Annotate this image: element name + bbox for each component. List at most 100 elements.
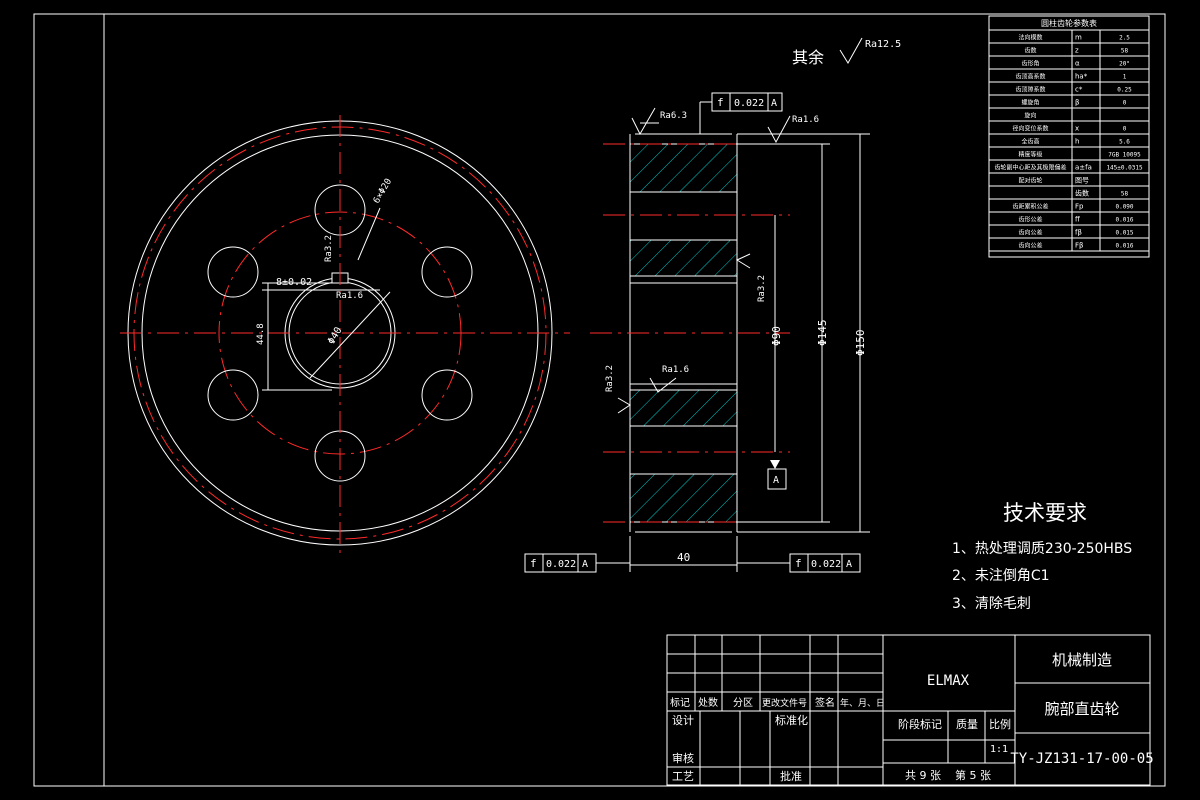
gear-parameter-table: 圆柱齿轮参数表 法向模数 m 2.5 齿数 z 58 齿形角 α 20° 齿顶高系数 ha* 1 齿顶隙… (988, 15, 1150, 258)
param-value: 0 (1123, 126, 1127, 133)
roughness-left-top: Ra6.3 (660, 111, 687, 121)
svg-text:签名: 签名 (815, 696, 835, 709)
param-symbol: Fp (1075, 203, 1084, 211)
param-value: 0.090 (1115, 204, 1133, 211)
requirement-1: 1、热处理调质230-250HBS (952, 541, 1132, 557)
dim-key-width: 8±0.02 (276, 277, 312, 288)
param-value: 1 (1123, 74, 1127, 81)
svg-text:处数: 处数 (698, 696, 718, 709)
svg-text:0.022: 0.022 (546, 559, 576, 570)
dim-outer-diameter: Φ150 (854, 330, 867, 357)
tolerance-frame-left: f 0.022 A (524, 553, 630, 573)
param-symbol: 齿数 (1075, 189, 1089, 198)
param-name: 精度等级 (1018, 151, 1042, 159)
svg-text:更改文件号: 更改文件号 (762, 697, 807, 709)
dim-hub-diameter: Φ145 (816, 320, 829, 347)
param-value: 20° (1119, 61, 1130, 68)
datum-letter: A (773, 475, 779, 486)
svg-text:A: A (846, 559, 852, 570)
requirement-3: 3、清除毛刺 (952, 596, 1031, 612)
param-name: 齿距累积公差 (1012, 203, 1048, 211)
param-name: 齿顶高系数 (1015, 73, 1045, 81)
param-value: 5.6 (1119, 139, 1130, 146)
param-value: 0.25 (1117, 87, 1132, 94)
param-value: 58 (1121, 48, 1129, 55)
param-value: 7GB 10095 (1108, 152, 1141, 159)
param-name: 径向变位系数 (1012, 125, 1048, 133)
dim-hole-roughness: Ra1.6 (336, 291, 363, 301)
svg-text:A: A (582, 559, 588, 570)
drawing-number: TY-JZ131-17-00-05 (1010, 751, 1153, 767)
roughness-right-mid: Ra3.2 (757, 275, 767, 302)
weight-label: 质量 (956, 718, 978, 731)
param-name: 螺旋角 (1021, 99, 1039, 107)
param-name: 齿向公差 (1018, 229, 1042, 237)
param-symbol: Fβ (1075, 242, 1084, 250)
roughness-right-top: Ra1.6 (792, 115, 819, 125)
svg-text:年、月、日: 年、月、日 (840, 697, 885, 709)
param-symbol: fβ (1075, 229, 1082, 237)
param-symbol: α (1075, 60, 1080, 68)
svg-text:f: f (795, 557, 802, 570)
param-name: 齿数 (1024, 47, 1036, 55)
param-symbol: h (1075, 138, 1079, 146)
sheet-number: 第 5 张 (955, 768, 991, 782)
param-value: 0 (1123, 100, 1127, 107)
scale-label: 比例 (989, 717, 1011, 731)
default-roughness: 其余 Ra12.5 (792, 37, 901, 67)
param-name: 全齿高 (1021, 138, 1039, 146)
param-symbol: x (1075, 125, 1079, 133)
tolerance-frame-top: f 0.022 A (699, 92, 783, 134)
cad-drawing-sheet: 其余 Ra12.5 6×Φ20 Ra3.2 8±0.02 Ra1.6 Φ40 4… (33, 13, 1166, 787)
param-name: 配对齿轮 (1018, 177, 1042, 185)
dim-width: 40 (677, 551, 690, 564)
svg-text:标记: 标记 (670, 697, 690, 709)
designer-label: 设计 (672, 714, 694, 727)
requirements-title: 技术要求 (1003, 501, 1087, 525)
roughness-left-mid: Ra3.2 (605, 365, 615, 392)
param-name: 齿形角 (1021, 60, 1039, 68)
param-value: 0.015 (1115, 230, 1133, 237)
param-name: 旋向 (1024, 112, 1036, 120)
roughness-bore: Ra1.6 (662, 365, 689, 375)
param-symbol: m (1075, 34, 1082, 42)
param-value: 58 (1121, 191, 1129, 198)
param-symbol: c* (1075, 86, 1083, 94)
tolerance-frame-right: f 0.022 A (737, 553, 861, 573)
outer-border (33, 13, 1166, 787)
param-value: 145±0.0315 (1106, 165, 1143, 172)
svg-text:f: f (530, 557, 537, 570)
technical-requirements: 技术要求 1、热处理调质230-250HBS 2、未注倒角C1 3、清除毛刺 (952, 501, 1132, 612)
param-symbol: ha* (1075, 73, 1088, 81)
param-table-title: 圆柱齿轮参数表 (1041, 18, 1097, 28)
standardize-label: 标准化 (775, 713, 808, 727)
svg-text:分区: 分区 (733, 697, 753, 709)
gear-section-view: Φ90 Φ145 Φ150 40 Ra6.3 Ra1.6 Ra3.2 Ra1.6… (590, 107, 870, 572)
gear-front-view: 6×Φ20 Ra3.2 8±0.02 Ra1.6 Φ40 44.8 (120, 115, 570, 555)
param-symbol: ff (1075, 216, 1080, 224)
param-symbol: a±fa (1075, 164, 1092, 172)
dim-key-depth: 44.8 (256, 323, 266, 345)
roughness-default-value: Ra12.5 (865, 39, 901, 50)
roughness-prefix: 其余 (792, 48, 824, 67)
dim-bolt-circle: 6×Φ20 (372, 177, 394, 205)
param-symbol: β (1075, 99, 1079, 107)
scale-value: 1:1 (990, 744, 1008, 755)
param-name: 法向模数 (1018, 34, 1042, 42)
part-name: 腕部直齿轮 (1044, 700, 1119, 718)
svg-text:f: f (717, 96, 724, 109)
material: ELMAX (927, 673, 970, 689)
dim-bore-diameter: Φ90 (770, 326, 783, 346)
company-name: 机械制造 (1052, 651, 1112, 669)
param-name: 齿形公差 (1018, 216, 1042, 224)
process-label: 工艺 (672, 770, 694, 783)
requirement-2: 2、未注倒角C1 (952, 568, 1050, 584)
svg-text:0.022: 0.022 (811, 559, 841, 570)
stage-mark-label: 阶段标记 (898, 717, 942, 731)
approve-label: 批准 (780, 769, 802, 783)
param-value: 0.016 (1115, 243, 1133, 250)
review-label: 审核 (672, 751, 694, 765)
param-symbol: 图号 (1075, 177, 1089, 185)
svg-text:A: A (771, 98, 777, 109)
param-symbol: z (1075, 47, 1079, 55)
